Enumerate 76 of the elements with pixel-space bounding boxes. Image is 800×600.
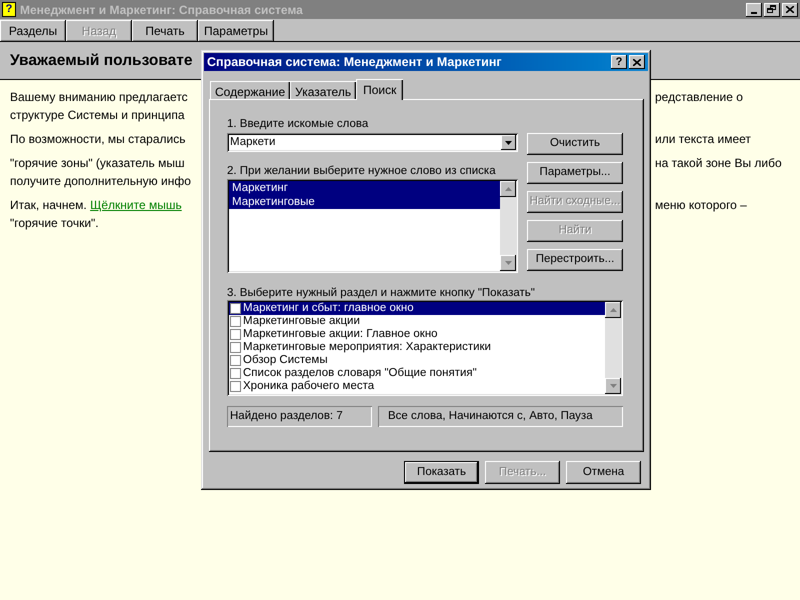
list-item-text: Маркетинговые акции: Главное окно (243, 328, 438, 341)
checkbox[interactable] (230, 381, 241, 392)
paragraph-text: "горячие точки". (10, 215, 99, 232)
close-button[interactable] (629, 55, 645, 69)
dropdown-button[interactable] (501, 135, 516, 150)
topic-heading: Уважаемый пользовате (10, 50, 193, 71)
paragraph-text: Вашему вниманию предлагаетс (10, 89, 188, 106)
dialog-button[interactable]: Показать (404, 461, 479, 484)
list-item[interactable]: Маркетинг и сбыт: главное окно (229, 302, 605, 315)
tab[interactable]: Указатель (290, 81, 356, 99)
paragraph-text: Итак, начнем. (10, 197, 88, 214)
paragraph-text: получите дополнительную инфо (10, 173, 191, 190)
list-item-text: Маркетинговые мероприятия: Характеристики (243, 341, 491, 354)
paragraph-text: на такой зоне Вы либо (655, 155, 782, 172)
paragraph-text: "горячие зоны" (указатель мыш (10, 155, 185, 172)
checkbox[interactable] (230, 316, 241, 327)
down-arrow-icon (504, 261, 512, 265)
window-title: Менеджмент и Маркетинг: Справочная система (20, 2, 303, 18)
restore-button[interactable] (764, 2, 780, 16)
step-label: 2. При желании выберите нужное слово из списка (227, 164, 497, 179)
dialog-button[interactable]: Перестроить... (527, 249, 623, 271)
list-item[interactable]: Список разделов словаря "Общие понятия" (229, 367, 605, 380)
minimize-button[interactable] (746, 2, 762, 16)
search-options: Все слова, Начинаются с, Авто, Пауза (378, 406, 623, 427)
tab[interactable]: Поиск (356, 79, 404, 100)
found-count: Найдено разделов: 7 (227, 406, 372, 427)
list-item-text: Список разделов словаря "Общие понятия" (243, 367, 477, 380)
scroll-up-button[interactable] (605, 302, 621, 318)
paragraph-text: редставление о (655, 89, 743, 106)
checkbox[interactable] (230, 368, 241, 379)
paragraph-text: или текста имеет (655, 131, 751, 148)
list-item[interactable]: Обзор Системы (229, 354, 605, 367)
list-item[interactable]: Маркетинговые мероприятия: Характеристики (229, 341, 605, 354)
dialog-button[interactable]: Очистить (527, 133, 623, 155)
text-link[interactable]: Щёлкните мышь (90, 196, 182, 214)
toolbar-button[interactable]: Печать (132, 20, 198, 42)
help-icon: ? (2, 2, 16, 17)
paragraph-text: По возможности, мы старались (10, 131, 186, 148)
list-item-text: Обзор Системы (243, 354, 328, 367)
paragraph-text: меню которого – (655, 197, 747, 214)
close-button[interactable] (782, 2, 798, 16)
list-item[interactable]: Хроника рабочего места (229, 380, 605, 393)
list-item[interactable]: Маркетинговые (229, 195, 500, 209)
step-label: 1. Введите искомые слова (227, 117, 370, 132)
help-button[interactable]: ? (611, 55, 627, 69)
list-item-text: Маркетинговые акции (243, 315, 360, 328)
scroll-down-button[interactable] (500, 255, 516, 271)
dialog-button[interactable]: Отмена (566, 461, 641, 484)
scrollbar[interactable] (605, 302, 621, 394)
list-item[interactable]: Маркетинг (229, 181, 500, 195)
dialog-button[interactable]: Параметры... (527, 162, 623, 184)
search-value: Маркети (230, 134, 276, 150)
up-arrow-icon (610, 308, 616, 312)
list-item[interactable]: Маркетинговые акции (229, 315, 605, 328)
caret-icon (505, 140, 512, 144)
step-label: 3. Выберите нужный раздел и нажмите кнопку "Показать" (227, 286, 536, 300)
scrollbar[interactable] (500, 181, 516, 271)
toolbar-button[interactable]: Параметры (198, 20, 274, 42)
down-arrow-icon (610, 384, 616, 388)
dialog-title: Справочная система: Менеджмент и Маркетинг (207, 54, 502, 71)
paragraph-text: структуре Системы и принципа (10, 107, 184, 124)
tab[interactable]: Содержание (210, 81, 290, 99)
checkbox[interactable] (230, 303, 241, 314)
close-icon (633, 58, 641, 66)
scroll-down-button[interactable] (605, 378, 621, 394)
scroll-up-button[interactable] (500, 181, 516, 197)
list-item-text: Хроника рабочего места (243, 380, 374, 393)
search-combo[interactable]: Маркети (227, 133, 518, 152)
checkbox[interactable] (230, 329, 241, 340)
checkbox[interactable] (230, 342, 241, 353)
toolbar-button[interactable]: Разделы (0, 20, 66, 42)
close-icon (786, 6, 794, 13)
list-item[interactable]: Маркетинговые акции: Главное окно (229, 328, 605, 341)
checkbox[interactable] (230, 355, 241, 366)
up-arrow-icon (504, 187, 512, 191)
list-item-text: Маркетинг и сбыт: главное окно (243, 302, 414, 315)
